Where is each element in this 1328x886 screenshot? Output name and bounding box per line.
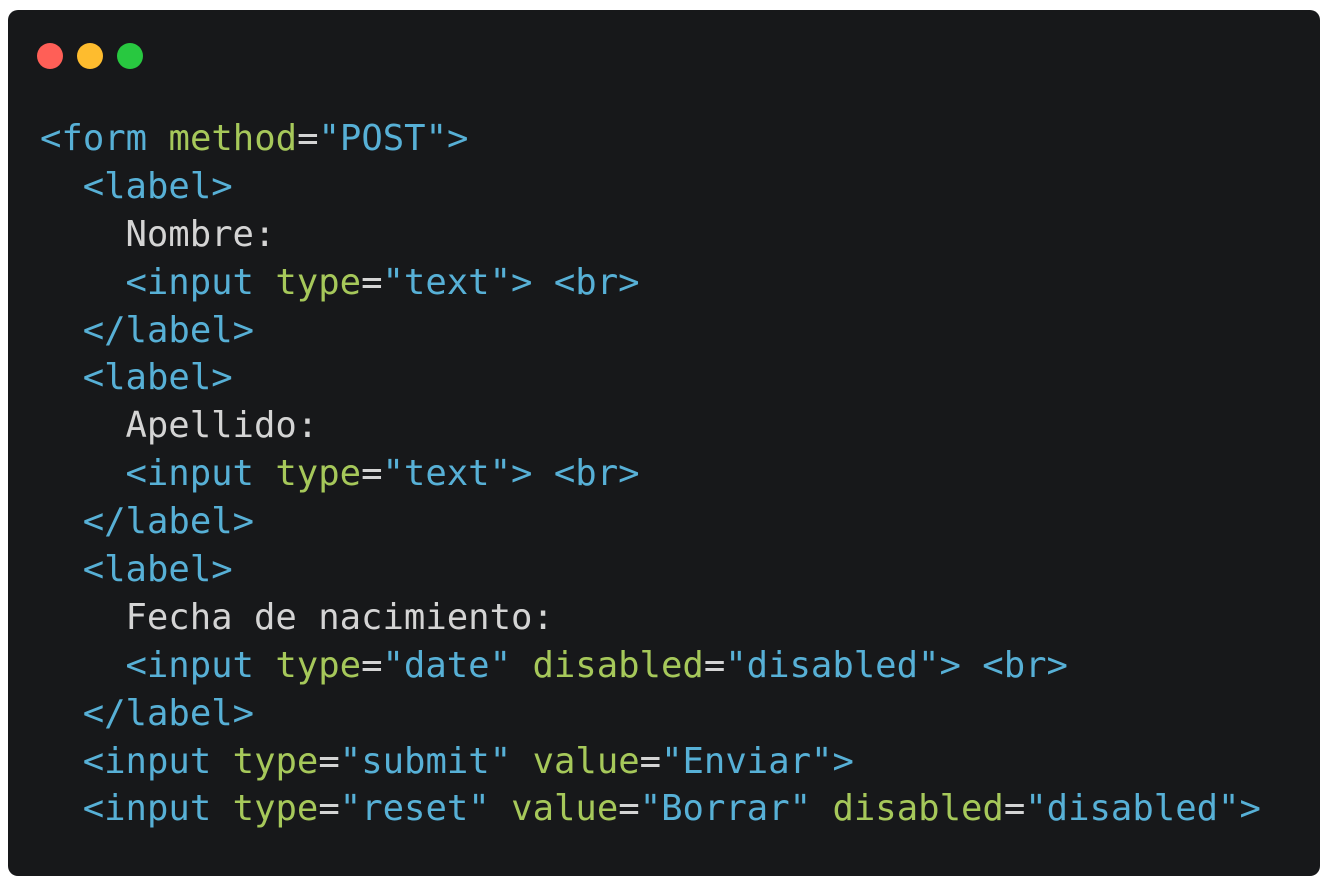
code-token-val: "date": [382, 644, 512, 686]
code-token-tag: <form: [40, 118, 148, 159]
code-token-punct: =: [703, 644, 726, 686]
code-token-punct: =: [361, 261, 383, 303]
code-token-tag: <input: [125, 261, 254, 303]
code-line: <input type="text"> <br>: [40, 450, 1261, 498]
window-controls: [37, 43, 143, 69]
close-dot-icon[interactable]: [37, 43, 63, 69]
code-token-attr: value: [532, 740, 640, 782]
code-token-punct: =: [618, 788, 640, 830]
code-token-text: Apellido:: [125, 405, 319, 447]
code-token-val: "reset": [339, 788, 490, 830]
code-token-attr: type: [275, 644, 362, 686]
code-token-tag: </label>: [82, 501, 255, 543]
code-token-attr: type: [275, 261, 362, 303]
code-token-val: "disabled": [1025, 788, 1240, 830]
code-token-tag: <input: [125, 453, 254, 495]
minimize-dot-icon[interactable]: [77, 43, 103, 69]
code-token-tag: <input: [82, 788, 212, 830]
code-token-punct: =: [318, 740, 340, 782]
code-token-tag: <label>: [82, 549, 233, 591]
code-token-val: "POST": [318, 118, 448, 159]
code-line: <input type="reset" value="Borrar" disab…: [40, 785, 1261, 833]
code-token-val: "Enviar": [661, 740, 833, 782]
code-token-attr: type: [232, 740, 319, 782]
code-token-tag: <input: [125, 644, 254, 686]
code-token-text: Nombre:: [125, 213, 276, 255]
code-token-text: Fecha de nacimiento:: [125, 596, 554, 638]
code-token-attr: type: [232, 788, 319, 830]
code-token-tag: >: [447, 118, 469, 159]
code-token-attr: type: [275, 453, 362, 495]
code-line: <label>: [40, 163, 1261, 211]
code-token-punct: =: [1003, 788, 1026, 830]
code-token-tag: <label>: [82, 165, 233, 207]
code-token-val: "Borrar": [639, 788, 812, 830]
code-line: Fecha de nacimiento:: [40, 594, 1261, 642]
code-token-tag: <label>: [82, 357, 233, 399]
code-token-tag: >: [511, 261, 533, 303]
code-window: <form method="POST"> <label> Nombre: <input…: [8, 10, 1320, 876]
code-token-tag: >: [1239, 788, 1261, 830]
code-line: <input type="text"> <br>: [40, 259, 1261, 307]
code-token-tag: >: [832, 740, 854, 782]
code-token-punct: =: [639, 740, 662, 782]
code-token-attr: method: [168, 118, 298, 159]
code-token-val: "text": [382, 261, 512, 303]
code-line: <label>: [40, 354, 1261, 402]
code-line: </label>: [40, 307, 1261, 355]
code-token-val: "submit": [339, 740, 512, 782]
code-token-punct: =: [361, 644, 383, 686]
code-token-attr: disabled: [832, 788, 1004, 830]
code-token-tag: </label>: [82, 692, 255, 734]
code-line: <input type="submit" value="Enviar">: [40, 738, 1261, 786]
code-line: </label>: [40, 498, 1261, 546]
code-token-tag: <br>: [553, 453, 640, 495]
code-line: <form method="POST">: [40, 115, 1261, 163]
code-token-punct: =: [361, 453, 383, 495]
code-token-tag: <input: [82, 740, 212, 782]
zoom-dot-icon[interactable]: [117, 43, 143, 69]
code-token-attr: disabled: [532, 644, 704, 686]
code-token-punct: =: [318, 788, 340, 830]
code-token-tag: </label>: [82, 309, 255, 351]
code-line: <input type="date" disabled="disabled"> …: [40, 642, 1261, 690]
code-token-tag: >: [939, 644, 961, 686]
code-line: Nombre:: [40, 211, 1261, 259]
code-line: </label>: [40, 690, 1261, 738]
code-token-val: "disabled": [725, 644, 940, 686]
code-line: <label>: [40, 546, 1261, 594]
code-line: Apellido:: [40, 402, 1261, 450]
code-block: <form method="POST"> <label> Nombre: <input…: [40, 115, 1261, 833]
code-token-val: "text": [382, 453, 512, 495]
code-token-tag: <br>: [553, 261, 640, 303]
code-token-attr: value: [511, 788, 619, 830]
code-token-tag: <br>: [982, 644, 1068, 686]
code-token-punct: =: [297, 118, 319, 159]
code-token-tag: >: [511, 453, 533, 495]
